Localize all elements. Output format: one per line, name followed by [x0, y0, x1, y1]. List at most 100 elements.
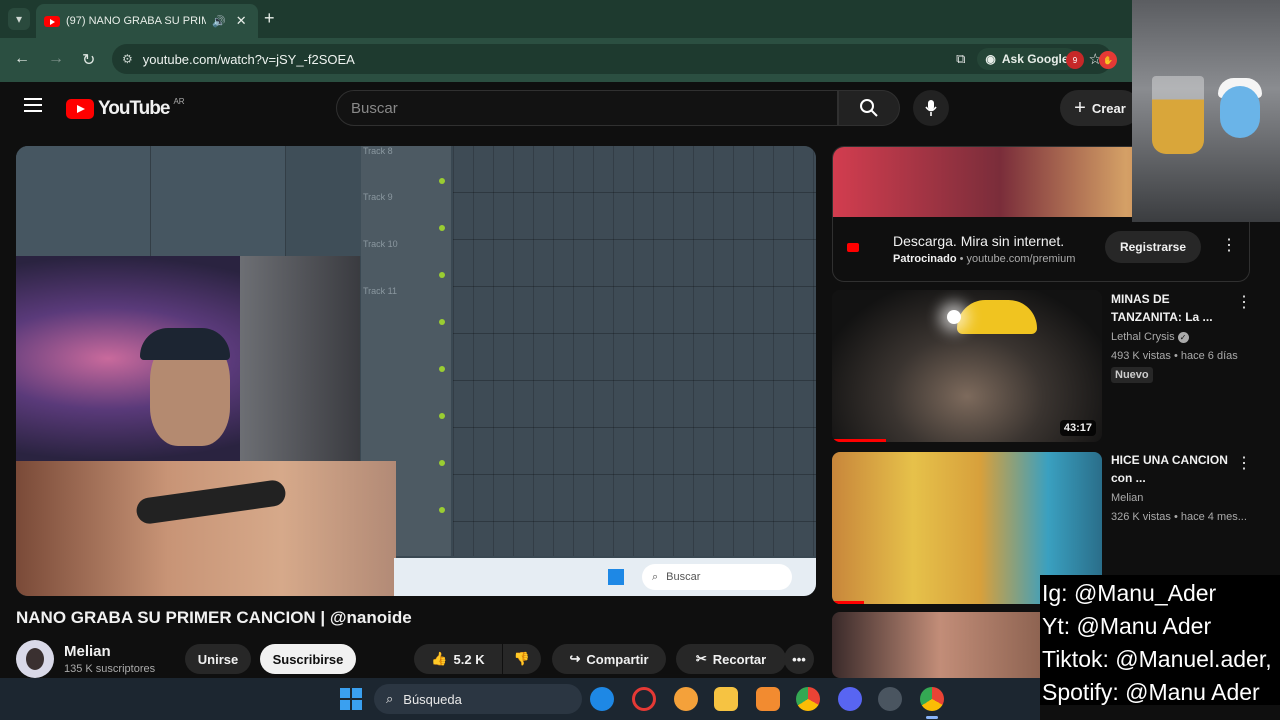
search-icon	[860, 99, 878, 117]
search-icon: ⌕	[386, 691, 394, 706]
taskbar-search-label: Búsqueda	[403, 691, 462, 707]
site-info-icon[interactable]: ⚙	[122, 52, 133, 66]
discord-icon[interactable]	[838, 687, 862, 711]
address-bar[interactable]: ⚙ youtube.com/watch?v=jSY_-f2SOEA ⧉ ◉ As…	[112, 44, 1112, 74]
webcam-wall	[240, 256, 360, 461]
track-led	[439, 507, 445, 513]
kebab-menu-icon[interactable]: ⋮	[1221, 235, 1237, 255]
search-icon: ⌕	[652, 570, 659, 583]
video-duration: 43:17	[1059, 420, 1096, 436]
clip-button[interactable]: ✂ Recortar	[676, 644, 786, 674]
youtube-play-icon	[66, 99, 94, 119]
tab-search-chevron-icon[interactable]: ▾	[8, 8, 30, 30]
channel-name[interactable]: Melian	[64, 643, 111, 660]
edge-icon[interactable]	[590, 687, 614, 711]
subscribe-button[interactable]: Suscribirse	[260, 644, 356, 674]
menu-icon[interactable]	[24, 98, 42, 112]
social-handles-overlay: Ig: @Manu_Ader Yt: @Manu Ader Tiktok: @M…	[1040, 575, 1280, 705]
more-actions-button[interactable]: •••	[784, 644, 814, 674]
speaker-icon[interactable]: 🔊	[212, 15, 226, 28]
opera-icon[interactable]	[632, 687, 656, 711]
register-button[interactable]: Registrarse	[1105, 231, 1201, 263]
url-text[interactable]: youtube.com/watch?v=jSY_-f2SOEA	[143, 52, 355, 67]
file-explorer-icon[interactable]	[714, 687, 738, 711]
windows-logo-icon	[608, 569, 624, 585]
browser-toolbar: ← → ↻ ⚙ youtube.com/watch?v=jSY_-f2SOEA …	[0, 38, 1280, 82]
windows-taskbar: ⌕ Búsqueda	[0, 678, 1040, 720]
forward-arrow-icon[interactable]: →	[48, 50, 64, 68]
share-button[interactable]: ↪ Compartir	[552, 644, 666, 674]
daw-pane	[151, 146, 286, 256]
search-input[interactable]: Buscar	[336, 90, 838, 126]
share-icon: ↪	[569, 651, 581, 666]
channel-avatar[interactable]	[16, 640, 54, 678]
extension-icon[interactable]: 9	[1066, 51, 1084, 69]
track-led	[439, 178, 445, 184]
track-label: Track 11	[363, 286, 398, 296]
recommendation-title[interactable]: MINAS DE TANZANITA: La ...	[1111, 290, 1231, 326]
track-label: Track 10	[363, 239, 398, 249]
recommendation-title[interactable]: HICE UNA CANCION con ...	[1111, 451, 1231, 487]
overlay-line: Tiktok: @Manuel.ader,	[1042, 646, 1272, 672]
lens-icon: ◉	[985, 52, 996, 66]
video-player[interactable]: Track 8 Track 9 Track 10 Track 11 ⌕ Busc…	[16, 146, 816, 596]
new-tab-button[interactable]: +	[264, 8, 275, 29]
kebab-menu-icon[interactable]: ⋮	[1236, 292, 1252, 312]
thumbnail-lamp	[947, 310, 961, 324]
back-arrow-icon[interactable]: ←	[14, 50, 30, 68]
plus-icon: +	[1074, 96, 1086, 119]
ad-title[interactable]: Descarga. Mira sin internet.	[893, 233, 1064, 249]
beer-cup	[1152, 76, 1204, 154]
join-button[interactable]: Unirse	[185, 644, 251, 674]
voice-search-button[interactable]	[913, 90, 949, 126]
region-code: AR	[173, 96, 185, 106]
obs-icon[interactable]	[878, 687, 902, 711]
verified-check-icon: ✓	[1177, 332, 1189, 343]
microphone-icon	[925, 100, 937, 116]
webcam-cap	[140, 328, 230, 360]
ask-google-button[interactable]: ◉ Ask Google	[977, 48, 1077, 70]
windows-start-icon[interactable]	[340, 688, 362, 710]
video-title: NANO GRABA SU PRIMER CANCION | @nanoide	[16, 608, 412, 627]
extension-hand-icon[interactable]: ✋	[1099, 51, 1117, 69]
share-label: Compartir	[586, 651, 649, 667]
watch-progress-bar	[832, 601, 865, 604]
inner-search-label: Buscar	[666, 571, 701, 583]
recommendation-meta: 493 K vistas • hace 6 días	[1111, 350, 1238, 362]
fl-studio-icon[interactable]	[756, 687, 780, 711]
firefox-icon[interactable]	[674, 687, 698, 711]
track-led	[439, 460, 445, 466]
thumbnail-helmet	[957, 300, 1037, 334]
overlay-line: Yt: @Manu Ader	[1042, 613, 1212, 639]
search-button[interactable]	[838, 90, 900, 126]
desk-webcam-overlay	[1132, 0, 1280, 222]
logo-text: YouTube	[98, 98, 170, 119]
like-button[interactable]: 👍 5.2 K	[414, 644, 502, 674]
new-badge: Nuevo	[1111, 367, 1153, 383]
extension-badge: 9	[1072, 55, 1078, 65]
like-count: 5.2 K	[453, 651, 485, 667]
tab-title: (97) NANO GRABA SU PRIM	[66, 15, 206, 27]
thumbs-up-icon: 👍	[431, 651, 448, 666]
chrome-profile-icon[interactable]	[920, 687, 944, 711]
close-tab-icon[interactable]: ✕	[236, 13, 247, 29]
kebab-menu-icon[interactable]: ⋮	[1236, 453, 1252, 473]
browser-tab-active[interactable]: (97) NANO GRABA SU PRIM 🔊 ✕	[36, 4, 258, 38]
taskbar-search[interactable]: ⌕ Búsqueda	[374, 684, 582, 714]
running-indicator	[926, 716, 938, 719]
dislike-button[interactable]: 👎	[503, 644, 541, 674]
create-label: Crear	[1091, 100, 1126, 116]
chrome-icon[interactable]	[796, 687, 820, 711]
daw-pane	[16, 146, 151, 256]
more-horizontal-icon: •••	[792, 651, 806, 667]
cast-icon[interactable]: ⧉	[956, 51, 965, 67]
streamer-webcam	[16, 256, 360, 461]
youtube-logo[interactable]: YouTube AR	[66, 96, 185, 120]
reload-icon[interactable]: ↻	[82, 50, 95, 70]
youtube-premium-icon	[847, 243, 859, 252]
recommendation-channel[interactable]: Lethal Crysis ✓	[1111, 331, 1189, 343]
recommendation-channel[interactable]: Melian	[1111, 492, 1143, 504]
scissors-icon: ✂	[695, 651, 707, 666]
recommendation-thumbnail[interactable]: 43:17	[832, 290, 1102, 442]
create-button[interactable]: + Crear	[1060, 90, 1140, 126]
